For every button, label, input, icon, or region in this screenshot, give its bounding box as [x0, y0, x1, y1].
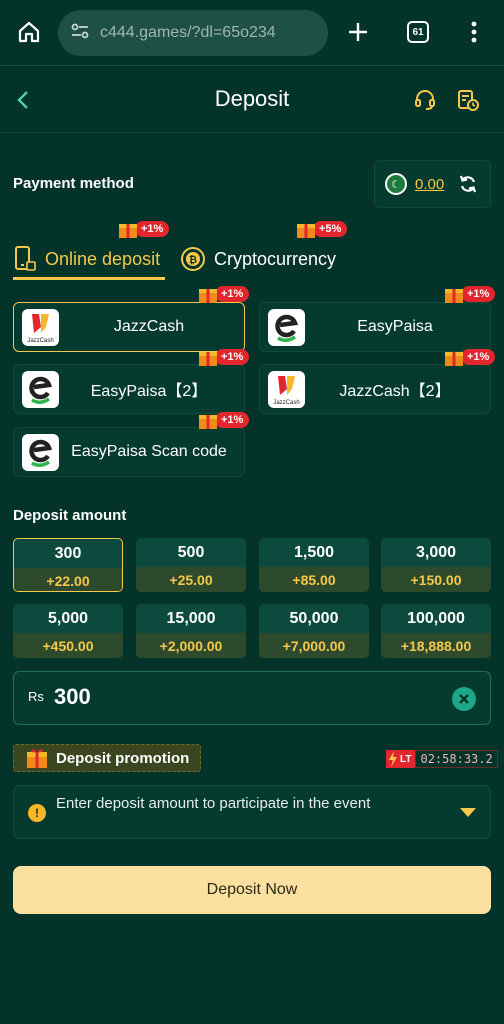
tab-switcher-button[interactable]: 61 — [402, 16, 434, 48]
bitcoin-icon: ₿ — [180, 246, 206, 272]
deposit-amount-value: 300 — [54, 684, 91, 709]
method-easypaisa[interactable]: EasyPaisa — [259, 302, 491, 352]
easypaisa-logo — [22, 434, 59, 471]
method-jazzcash-2-bonus-badge: +1% — [444, 348, 496, 366]
deposit-now-button[interactable]: Deposit Now — [13, 866, 491, 914]
payment-method-label: Payment method — [13, 175, 134, 192]
amount-option[interactable]: 1,500 +85.00 — [259, 538, 369, 592]
gift-icon — [198, 285, 218, 303]
amount-option[interactable]: 5,000 +450.00 — [13, 604, 123, 658]
gift-icon — [26, 748, 48, 768]
amount-option[interactable]: 15,000 +2,000.00 — [136, 604, 246, 658]
svg-text:₿: ₿ — [189, 254, 197, 266]
amount-option[interactable]: 500 +25.00 — [136, 538, 246, 592]
promotion-timer: LT 02:58:33.2 — [386, 748, 498, 770]
clear-icon[interactable] — [452, 687, 476, 711]
phone-icon — [13, 245, 37, 273]
method-easypaisa-2[interactable]: EasyPaisa【2】 — [13, 364, 245, 414]
amount-option[interactable]: 100,000 +18,888.00 — [381, 604, 491, 658]
method-jazzcash-label: JazzCash — [113, 318, 185, 335]
active-tab-indicator — [13, 277, 165, 280]
promotion-dropdown[interactable]: ! Enter deposit amount to participate in… — [13, 785, 491, 839]
deposit-promotion-label: Deposit promotion — [13, 744, 201, 772]
method-easypaisa-scan-code[interactable]: EasyPaisa Scan code — [13, 427, 245, 477]
amount-option[interactable]: 50,000 +7,000.00 — [259, 604, 369, 658]
more-menu-icon[interactable] — [458, 16, 490, 48]
jazzcash-logo: JazzCash — [268, 371, 305, 408]
new-tab-icon[interactable] — [342, 16, 374, 48]
gift-icon — [118, 220, 138, 238]
svg-text:JazzCash: JazzCash — [273, 400, 299, 406]
chevron-down-icon — [460, 808, 476, 817]
address-bar[interactable]: c444.games/?dl=65o234 — [58, 10, 328, 56]
method-easypaisa-2-label: EasyPaisa【2】 — [90, 383, 208, 400]
deposit-history-icon[interactable] — [453, 85, 483, 115]
easypaisa-logo — [268, 309, 305, 346]
site-settings-icon[interactable] — [70, 21, 90, 46]
method-jazzcash[interactable]: JazzCash JazzCash — [13, 302, 245, 352]
gift-icon — [444, 285, 464, 303]
method-jazzcash-2-label: JazzCash【2】 — [339, 383, 451, 400]
method-easypaisa-scan-code-bonus-badge: +1% — [198, 411, 250, 429]
tab-count: 61 — [407, 21, 429, 43]
browser-toolbar: c444.games/?dl=65o234 61 — [0, 0, 504, 66]
tab-online-deposit[interactable]: Online deposit — [13, 238, 160, 280]
customer-support-icon[interactable] — [410, 85, 440, 115]
tab-cryptocurrency[interactable]: ₿ Cryptocurrency — [180, 238, 336, 280]
deposit-amount-label: Deposit amount — [13, 507, 127, 524]
currency-symbol: Rs — [28, 689, 44, 704]
method-jazzcash-2[interactable]: JazzCash JazzCash【2】 — [259, 364, 491, 414]
gift-icon — [296, 220, 316, 238]
refresh-icon[interactable] — [458, 174, 478, 194]
gift-icon — [198, 411, 218, 429]
balance-value[interactable]: 0.00 — [415, 176, 444, 193]
method-jazzcash-bonus-badge: +1% — [198, 285, 250, 303]
warning-icon: ! — [28, 804, 46, 822]
deposit-amount-input[interactable]: Rs 300 — [13, 671, 491, 725]
method-easypaisa-bonus-badge: +1% — [444, 285, 496, 303]
amount-option[interactable]: 300 +22.00 — [13, 538, 123, 592]
method-easypaisa-label: EasyPaisa — [357, 318, 433, 335]
home-icon[interactable] — [13, 16, 45, 48]
cryptocurrency-bonus-badge: +5% — [296, 220, 348, 238]
jazzcash-logo: JazzCash — [22, 309, 59, 346]
balance-display: ☾ 0.00 — [374, 160, 491, 208]
limited-time-badge: LT — [386, 750, 416, 768]
online-deposit-bonus-badge: +1% — [118, 220, 170, 238]
gift-icon — [444, 348, 464, 366]
easypaisa-logo — [22, 371, 59, 408]
method-easypaisa-scan-code-label: EasyPaisa Scan code — [71, 443, 227, 460]
url-text: c444.games/?dl=65o234 — [100, 24, 276, 41]
tab-cryptocurrency-label: Cryptocurrency — [214, 248, 337, 269]
countdown-timer: 02:58:33.2 — [415, 750, 498, 768]
amount-option[interactable]: 3,000 +150.00 — [381, 538, 491, 592]
promotion-placeholder: Enter deposit amount to participate in t… — [56, 795, 371, 812]
gift-icon — [198, 348, 218, 366]
svg-text:JazzCash: JazzCash — [27, 338, 53, 344]
pakistan-flag-icon: ☾ — [385, 173, 407, 195]
method-easypaisa-2-bonus-badge: +1% — [198, 348, 250, 366]
page-header: Deposit — [0, 67, 504, 133]
tab-online-deposit-label: Online deposit — [45, 248, 161, 269]
